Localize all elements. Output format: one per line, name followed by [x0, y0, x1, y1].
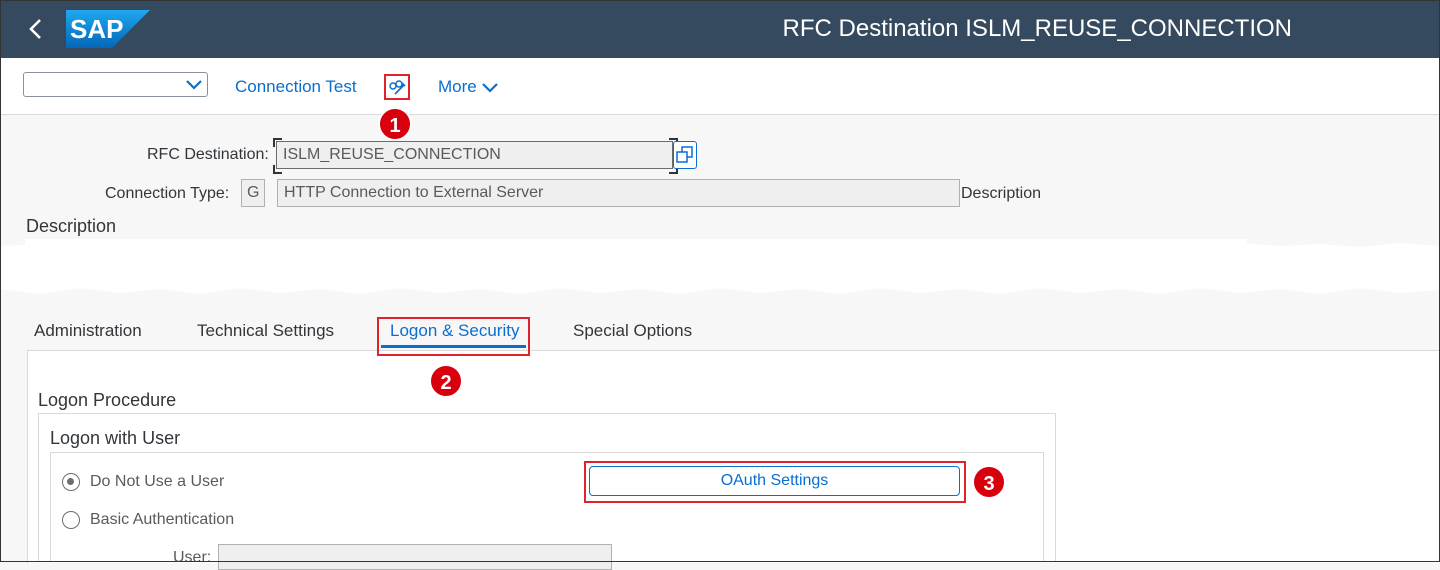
tab-administration[interactable]: Administration	[34, 321, 142, 341]
back-arrow-icon[interactable]	[24, 16, 50, 42]
connection-test-button[interactable]: Connection Test	[235, 77, 357, 97]
toolbar: Connection Test More	[0, 58, 1440, 115]
user-label: User:	[173, 549, 212, 566]
shell-bar: SAP RFC Destination ISLM_REUSE_CONNECTIO…	[0, 0, 1440, 58]
rfc-destination-field[interactable]: ISLM_REUSE_CONNECTION	[276, 141, 673, 169]
chevron-down-icon	[482, 82, 499, 93]
torn-edge	[0, 243, 1440, 294]
user-field[interactable]	[218, 544, 612, 570]
display-change-button[interactable]	[384, 74, 410, 100]
page-title: RFC Destination ISLM_REUSE_CONNECTION	[782, 15, 1292, 42]
logon-with-user-heading: Logon with User	[50, 428, 181, 448]
step-badge-3: 3	[972, 465, 1006, 499]
connection-type-label: Connection Type:	[105, 185, 230, 202]
more-label: More	[438, 77, 477, 96]
step-badge-2: 2	[429, 364, 463, 398]
connection-type-code-field: G	[241, 179, 265, 207]
basic-authentication-label: Basic Authentication	[90, 511, 235, 528]
copy-button[interactable]	[673, 141, 697, 169]
copy-icon	[676, 146, 693, 163]
sap-logo: SAP	[66, 10, 150, 48]
edit-glasses-icon	[389, 80, 406, 95]
do-not-use-user-label: Do Not Use a User	[90, 473, 225, 490]
tab-special-options[interactable]: Special Options	[573, 321, 692, 341]
rfc-destination-label: RFC Destination:	[147, 146, 269, 163]
connection-type-field: HTTP Connection to External Server	[277, 179, 960, 207]
radio-selected-dot	[67, 478, 74, 485]
description-heading: Description	[26, 216, 117, 236]
tab-technical-settings[interactable]: Technical Settings	[197, 321, 334, 341]
radio-do-not-use-user[interactable]	[62, 473, 80, 491]
radio-basic-authentication[interactable]	[62, 511, 80, 529]
highlight-box-tab	[377, 317, 530, 356]
sap-logo-text: SAP	[70, 14, 123, 44]
action-dropdown[interactable]	[23, 72, 208, 97]
logon-procedure-heading: Logon Procedure	[38, 390, 177, 410]
focus-corner	[273, 138, 282, 147]
connection-type-description-label: Description	[961, 185, 1042, 202]
focus-corner	[273, 165, 282, 174]
step-badge-1: 1	[378, 107, 412, 141]
highlight-box-oauth	[584, 461, 966, 503]
more-button[interactable]: More	[438, 77, 499, 97]
chevron-down-icon	[186, 80, 202, 90]
